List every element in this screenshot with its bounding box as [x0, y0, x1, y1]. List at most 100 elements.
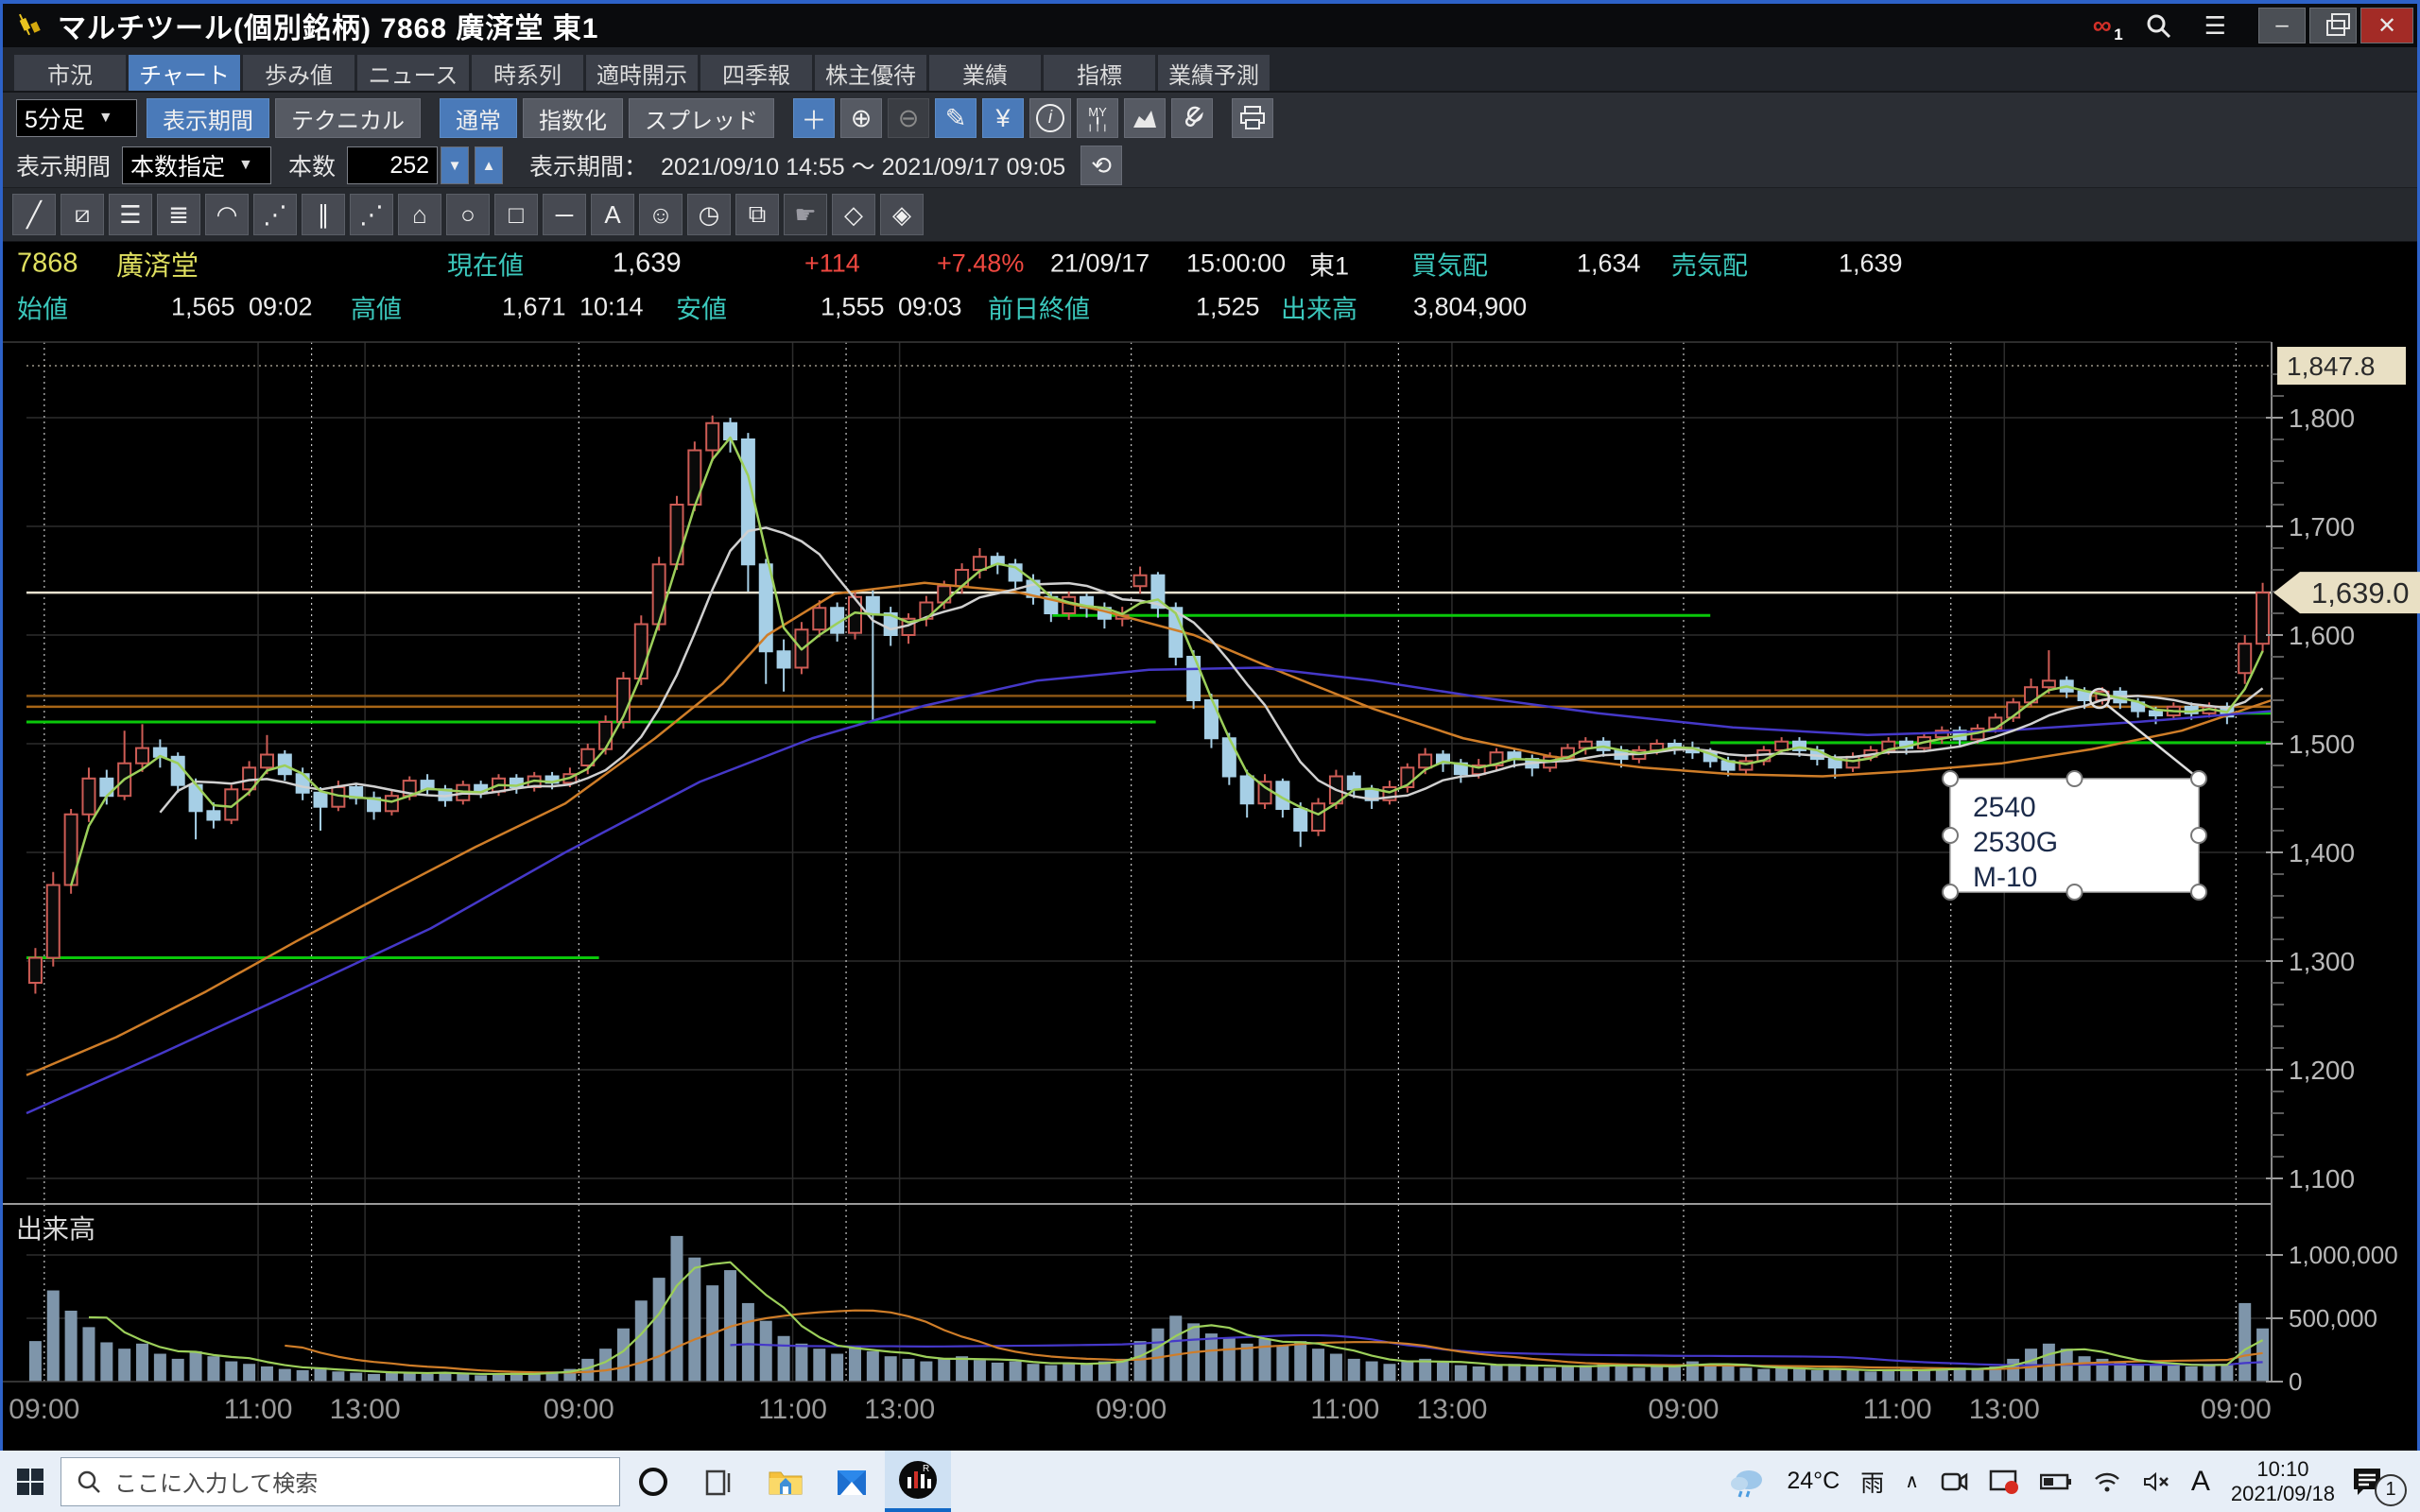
- wrench-icon[interactable]: [1171, 98, 1213, 138]
- count-down-button[interactable]: ▼: [441, 146, 469, 184]
- tab-業績[interactable]: 業績: [929, 55, 1041, 91]
- taskbar-search-input[interactable]: ここに入力して検索: [60, 1457, 620, 1506]
- erase-one-icon[interactable]: ◇: [832, 194, 875, 235]
- link-icon[interactable]: ∞1: [2093, 10, 2112, 41]
- task-view-button[interactable]: [686, 1451, 752, 1512]
- screen-record-icon[interactable]: [1989, 1469, 2019, 1495]
- tab-業績予測[interactable]: 業績予測: [1158, 55, 1270, 91]
- info-icon[interactable]: i: [1029, 98, 1071, 138]
- ruler-icon[interactable]: ⧄: [60, 194, 104, 235]
- menu-icon[interactable]: ☰: [2204, 11, 2226, 41]
- count-label: 本数: [288, 148, 336, 182]
- search-placeholder: ここに入力して検索: [114, 1465, 318, 1498]
- bar-count-input[interactable]: 252: [347, 146, 438, 184]
- trading-app-icon: R: [898, 1460, 938, 1500]
- file-explorer-button[interactable]: [752, 1451, 819, 1512]
- svg-text:1,800: 1,800: [2289, 404, 2355, 433]
- tab-ニュース[interactable]: ニュース: [357, 55, 469, 91]
- fan-lines-icon[interactable]: ⋰: [253, 194, 297, 235]
- chevron-down-icon: ▼: [238, 157, 253, 174]
- area-chart-icon[interactable]: [1124, 98, 1166, 138]
- time-cycle-icon[interactable]: ◷: [687, 194, 731, 235]
- fibonacci-arc-icon[interactable]: ◠: [205, 194, 249, 235]
- vertical-lines-icon[interactable]: ∥: [302, 194, 345, 235]
- trend-line-icon[interactable]: ╱: [12, 194, 56, 235]
- tab-四季報[interactable]: 四季報: [700, 55, 812, 91]
- tab-bar: 市況チャート歩み値ニュース時系列適時開示四季報株主優待業績指標業績予測: [3, 47, 2417, 93]
- taskbar-clock[interactable]: 10:10 2021/09/18: [2231, 1457, 2335, 1506]
- tab-株主優待[interactable]: 株主優待: [815, 55, 926, 91]
- toolbar-button-表示期間[interactable]: 表示期間: [147, 98, 269, 138]
- zoom-out-icon[interactable]: ⊖: [888, 98, 929, 138]
- svg-text:11:00: 11:00: [1863, 1394, 1932, 1425]
- quote2-field: 高値: [351, 289, 402, 326]
- tab-歩み値[interactable]: 歩み値: [243, 55, 354, 91]
- zoom-in-icon[interactable]: ⊕: [840, 98, 882, 138]
- battery-icon[interactable]: [2040, 1472, 2072, 1491]
- cortana-button[interactable]: [620, 1451, 686, 1512]
- toolbar-button-スプレッド[interactable]: スプレッド: [629, 98, 774, 138]
- tray-chevron-icon[interactable]: ∧: [1905, 1469, 1919, 1493]
- svg-text:1,400: 1,400: [2289, 838, 2355, 868]
- volume-muted-icon[interactable]: [2142, 1470, 2170, 1493]
- file-explorer-icon: [768, 1467, 804, 1497]
- svg-text:13:00: 13:00: [1969, 1394, 2040, 1425]
- notification-badge[interactable]: 1: [2375, 1474, 2407, 1506]
- trading-app-button[interactable]: R: [885, 1451, 951, 1512]
- quote-row-2: 始値1,56509:02高値1,67110:14安値1,55509:03前日終値…: [3, 285, 2417, 329]
- start-button[interactable]: [0, 1451, 60, 1512]
- copy-object-icon[interactable]: ⧉: [735, 194, 779, 235]
- svg-text:1,000,000: 1,000,000: [2289, 1241, 2398, 1269]
- parallel-lines2-icon[interactable]: ☰: [109, 194, 152, 235]
- quote1-field: 7868: [17, 249, 78, 280]
- svg-text:09:00: 09:00: [1648, 1394, 1719, 1425]
- svg-text:1,500: 1,500: [2289, 730, 2355, 759]
- minimize-button[interactable]: –: [2258, 8, 2306, 43]
- printer-icon[interactable]: [1232, 98, 1273, 138]
- parallel-lines4-icon[interactable]: ≣: [157, 194, 200, 235]
- period-mode-select[interactable]: 本数指定▼: [122, 146, 271, 184]
- close-button[interactable]: ✕: [2360, 8, 2413, 43]
- horizontal-line-icon[interactable]: ─: [543, 194, 586, 235]
- chart-area[interactable]: 1,1001,2001,3001,4001,5001,6001,7001,800…: [3, 330, 2420, 1454]
- yen-icon[interactable]: ¥: [982, 98, 1024, 138]
- toolbar-button-通常[interactable]: 通常: [440, 98, 517, 138]
- svg-text:1,100: 1,100: [2289, 1164, 2355, 1194]
- angle-fan-icon[interactable]: ⋰: [350, 194, 393, 235]
- hand-select-icon[interactable]: ☛: [784, 194, 827, 235]
- tab-チャート[interactable]: チャート: [129, 55, 240, 91]
- svg-text:R: R: [923, 1464, 929, 1474]
- mail-button[interactable]: [819, 1451, 885, 1512]
- cortana-icon: [637, 1466, 669, 1498]
- weather-condition[interactable]: 雨: [1860, 1465, 1884, 1499]
- count-up-button[interactable]: ▲: [475, 146, 503, 184]
- wifi-icon[interactable]: [2093, 1470, 2121, 1493]
- erase-all-icon[interactable]: ◈: [880, 194, 924, 235]
- toolbar-button-指数化[interactable]: 指数化: [523, 98, 623, 138]
- quote1-field: +7.48%: [937, 249, 1024, 279]
- toolbar-button-テクニカル[interactable]: テクニカル: [275, 98, 421, 138]
- svg-text:出来高: 出来高: [16, 1214, 95, 1244]
- ime-mode-indicator[interactable]: A: [2191, 1466, 2210, 1498]
- weather-temp[interactable]: 24°C: [1787, 1468, 1840, 1495]
- svg-text:1,700: 1,700: [2289, 512, 2355, 541]
- text-icon[interactable]: A: [591, 194, 634, 235]
- pentagon-icon[interactable]: ⌂: [398, 194, 441, 235]
- pencil-icon[interactable]: ✎: [935, 98, 977, 138]
- rectangle-icon[interactable]: □: [494, 194, 538, 235]
- ellipse-icon[interactable]: ○: [446, 194, 490, 235]
- icon-stamp-icon[interactable]: ☺: [639, 194, 683, 235]
- tab-市況[interactable]: 市況: [14, 55, 126, 91]
- weather-icon[interactable]: [1728, 1465, 1766, 1499]
- tab-適時開示[interactable]: 適時開示: [586, 55, 698, 91]
- reset-range-button[interactable]: ⟲: [1080, 146, 1122, 185]
- tab-時系列[interactable]: 時系列: [472, 55, 583, 91]
- crosshair-plus-icon[interactable]: ＋: [793, 98, 835, 138]
- restore-button[interactable]: [2309, 8, 2357, 43]
- quote2-field: 3,804,900: [1413, 293, 1527, 322]
- camera-icon[interactable]: [1940, 1469, 1968, 1494]
- tab-指標[interactable]: 指標: [1044, 55, 1155, 91]
- search-icon[interactable]: [2144, 11, 2172, 40]
- my-candle-icon[interactable]: MY╷╿╷: [1077, 98, 1118, 138]
- timeframe-select[interactable]: 5分足▼: [16, 99, 137, 137]
